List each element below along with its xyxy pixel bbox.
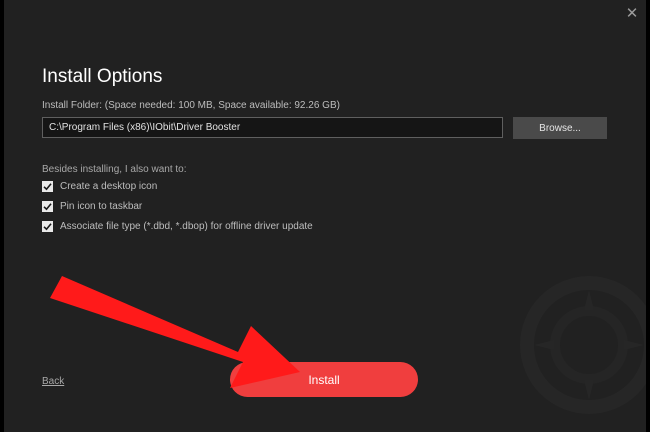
option-associate-file-type[interactable]: Associate file type (*.dbd, *.dbop) for …	[42, 221, 313, 232]
options-heading: Besides installing, I also want to:	[42, 164, 187, 175]
associate-file-type-checkbox[interactable]	[42, 221, 53, 232]
option-label: Pin icon to taskbar	[60, 201, 143, 212]
install-button[interactable]: Install	[230, 362, 418, 397]
checkmark-icon	[43, 223, 52, 231]
installer-window: ✕ Install Options Install Folder: (Space…	[4, 0, 646, 432]
back-link[interactable]: Back	[42, 376, 64, 387]
option-label: Create a desktop icon	[60, 181, 158, 192]
install-path-input[interactable]	[42, 117, 503, 138]
checkmark-icon	[43, 183, 52, 191]
install-folder-label: Install Folder: (Space needed: 100 MB, S…	[42, 100, 340, 111]
option-label: Associate file type (*.dbd, *.dbop) for …	[60, 221, 313, 232]
dialog-title: Install Options	[42, 66, 163, 87]
close-icon[interactable]: ✕	[624, 5, 640, 21]
watermark-gear-logo	[520, 276, 646, 414]
option-desktop-icon[interactable]: Create a desktop icon	[42, 181, 157, 192]
option-pin-taskbar[interactable]: Pin icon to taskbar	[42, 201, 142, 212]
browse-button[interactable]: Browse...	[513, 117, 607, 139]
pin-taskbar-checkbox[interactable]	[42, 201, 53, 212]
desktop-icon-checkbox[interactable]	[42, 181, 53, 192]
checkmark-icon	[43, 203, 52, 211]
